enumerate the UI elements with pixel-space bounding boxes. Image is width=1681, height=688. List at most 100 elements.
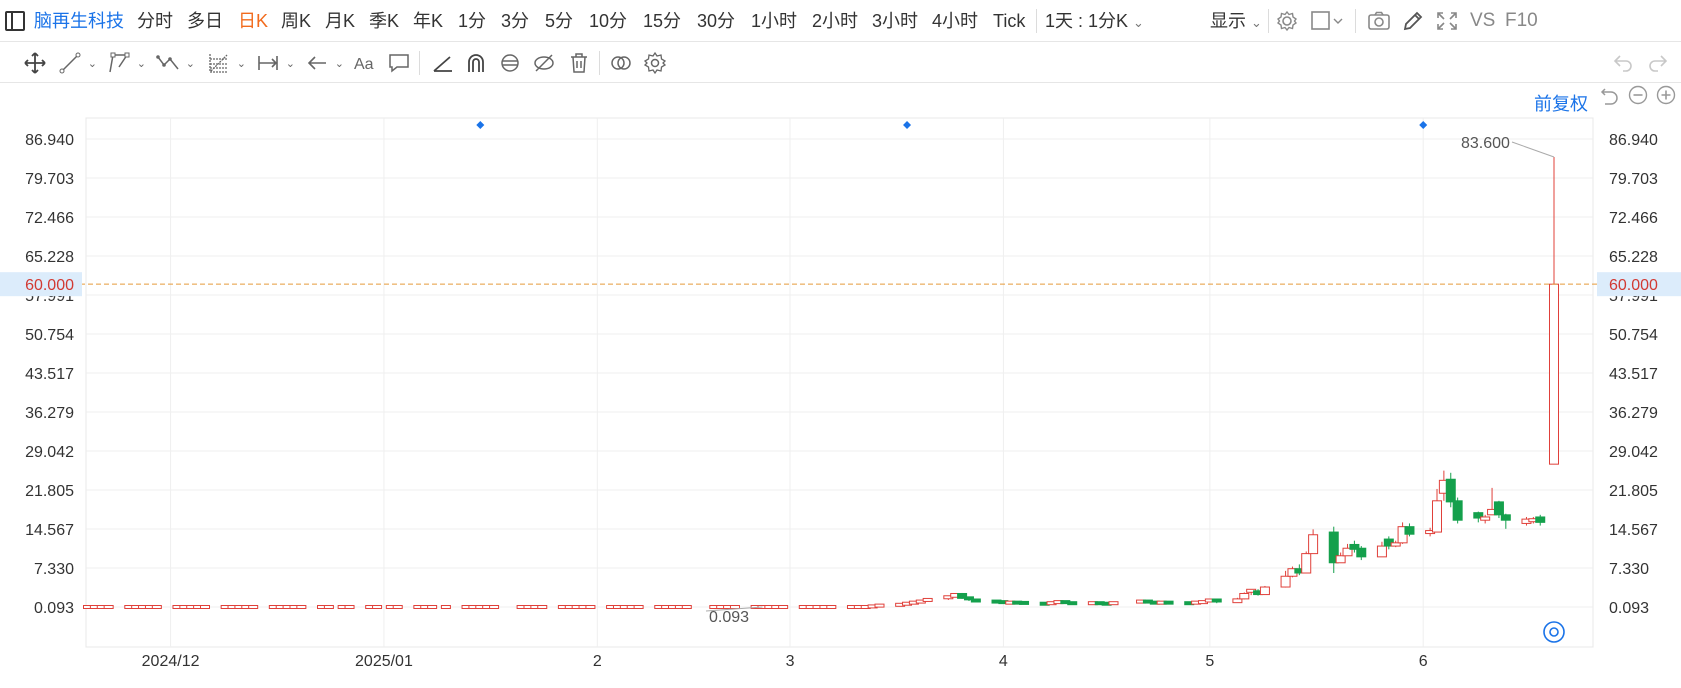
polyline-icon[interactable]: ⌄ (104, 48, 146, 78)
svg-text:Aa: Aa (354, 56, 374, 73)
y-tick-label-left: 7.330 (34, 561, 74, 578)
y-tick-label-right: 21.805 (1609, 483, 1658, 500)
sidebar-toggle-icon[interactable] (5, 11, 25, 31)
period-tab-monthly[interactable]: 月K (325, 10, 355, 32)
chevron-down-icon[interactable]: ⌄ (137, 57, 146, 70)
candle-up (826, 605, 837, 609)
candle-down (1404, 526, 1415, 535)
y-tick-label-left: 21.805 (25, 483, 74, 500)
chevron-down-icon[interactable]: ⌄ (335, 57, 344, 70)
period-bar: 脑再生科技 分时 多日 日K 周K 月K 季K 年K 1分 3分 5分 10分 … (0, 0, 1681, 42)
reset-zoom-icon[interactable] (1599, 84, 1621, 106)
period-tab-30min[interactable]: 30分 (697, 10, 735, 32)
y-tick-label-left: 65.228 (25, 249, 74, 266)
delete-icon[interactable] (564, 48, 594, 78)
y-tick-label-right: 72.466 (1609, 210, 1658, 227)
period-tab-10min[interactable]: 10分 (589, 10, 627, 32)
price-tag-left: 60.000 (25, 277, 74, 294)
candle-up (248, 605, 259, 609)
candle-up (344, 605, 355, 609)
stock-name[interactable]: 脑再生科技 (34, 10, 124, 32)
period-tab-5min[interactable]: 5分 (545, 10, 573, 32)
candle-up (1335, 555, 1346, 564)
period-tab-1min[interactable]: 1分 (458, 10, 486, 32)
candle-up (151, 605, 162, 609)
chevron-down-icon[interactable]: ⌄ (186, 57, 195, 70)
redo-icon[interactable] (1643, 48, 1673, 78)
x-tick-label: 5 (1205, 653, 1214, 670)
vs-button[interactable]: VS (1470, 10, 1495, 32)
display-label: 显示 (1210, 11, 1246, 31)
divider (1268, 9, 1269, 33)
zoom-in-icon[interactable] (1655, 84, 1677, 106)
period-tab-1hour[interactable]: 1小时 (751, 10, 797, 32)
divider (1355, 9, 1356, 33)
x-tick-label: 2 (593, 653, 602, 670)
f10-button[interactable]: F10 (1505, 10, 1538, 32)
period-tab-tick[interactable]: Tick (993, 10, 1025, 32)
settings-icon[interactable] (640, 48, 670, 78)
chevron-down-icon[interactable]: ⌄ (88, 57, 97, 70)
custom-period-select[interactable]: 1天 : 1分K ⌄ (1045, 10, 1144, 34)
period-tab-3hour[interactable]: 3小时 (872, 10, 918, 32)
undo-icon[interactable] (1608, 48, 1638, 78)
y-tick-label-left: 86.940 (25, 132, 74, 149)
display-dropdown[interactable]: 显示 ⌄ (1210, 10, 1262, 34)
candle-down (1452, 500, 1463, 521)
candle-up (1259, 586, 1270, 596)
arrow-icon[interactable]: ⌄ (302, 48, 344, 78)
candle-down (1356, 547, 1367, 558)
candle-down (1535, 516, 1546, 523)
period-tab-weekly[interactable]: 周K (281, 10, 311, 32)
period-tab-2hour[interactable]: 2小时 (812, 10, 858, 32)
candle-up (1431, 500, 1442, 533)
chevron-down-icon[interactable]: ⌄ (237, 57, 246, 70)
chevron-down-icon[interactable]: ⌄ (286, 57, 295, 70)
kline-chart[interactable]: 86.940 86.940 79.703 79.703 72.466 72.466 65.2… (0, 84, 1681, 688)
fibonacci-icon[interactable]: ⌄ (204, 48, 246, 78)
y-tick-label-right: 43.517 (1609, 366, 1658, 383)
x-tick-label: 6 (1419, 653, 1428, 670)
candle-up (427, 605, 438, 609)
period-tab-15min[interactable]: 15分 (643, 10, 681, 32)
period-tab-yearly[interactable]: 年K (413, 10, 443, 32)
text-icon[interactable]: Aa (350, 48, 380, 78)
y-tick-label-left: 14.567 (25, 522, 74, 539)
gear-icon[interactable] (1276, 10, 1298, 32)
period-tab-daily[interactable]: 日K (238, 10, 268, 32)
trend-line-icon[interactable]: ⌄ (55, 48, 97, 78)
scroll-latest-icon[interactable] (1543, 621, 1565, 643)
x-tick-label: 2024/12 (142, 653, 200, 670)
period-tab-fenshi[interactable]: 分时 (137, 10, 173, 32)
y-tick-label-right: 86.940 (1609, 132, 1658, 149)
scroll-latest-ring (1543, 621, 1565, 643)
candle-up (537, 605, 548, 609)
camera-icon[interactable] (1367, 10, 1391, 32)
measure-icon[interactable]: ⌄ (253, 48, 295, 78)
chart-style-icon[interactable] (1310, 10, 1344, 32)
candlestick-chart[interactable]: 86.940 86.940 79.703 79.703 72.466 72.466 65.2… (0, 84, 1681, 688)
wave-icon[interactable]: ⌄ (153, 48, 195, 78)
period-tab-quarterly[interactable]: 季K (369, 10, 399, 32)
adjust-mode-label[interactable]: 前复权 (1534, 90, 1588, 116)
lock-drawing-icon[interactable] (495, 48, 525, 78)
magnet-icon[interactable] (461, 48, 491, 78)
divider (419, 51, 420, 75)
period-tab-4hour[interactable]: 4小时 (932, 10, 978, 32)
fullscreen-icon[interactable] (1435, 10, 1459, 32)
ruler-icon[interactable] (427, 48, 457, 78)
candle-down (1019, 600, 1030, 605)
zoom-out-icon[interactable] (1627, 84, 1649, 106)
comment-icon[interactable] (384, 48, 414, 78)
candle-down (1067, 601, 1078, 606)
compare-icon[interactable] (606, 48, 636, 78)
candle-down (970, 598, 981, 603)
period-tab-multiday[interactable]: 多日 (187, 10, 223, 32)
custom-period-label: 1天 : 1分K (1045, 11, 1129, 31)
hide-drawing-icon[interactable] (529, 48, 559, 78)
pencil-icon[interactable] (1401, 10, 1425, 32)
price-tag-right: 60.000 (1609, 277, 1658, 294)
period-tab-3min[interactable]: 3分 (501, 10, 529, 32)
candle-up (681, 605, 692, 609)
move-icon[interactable] (20, 48, 50, 78)
